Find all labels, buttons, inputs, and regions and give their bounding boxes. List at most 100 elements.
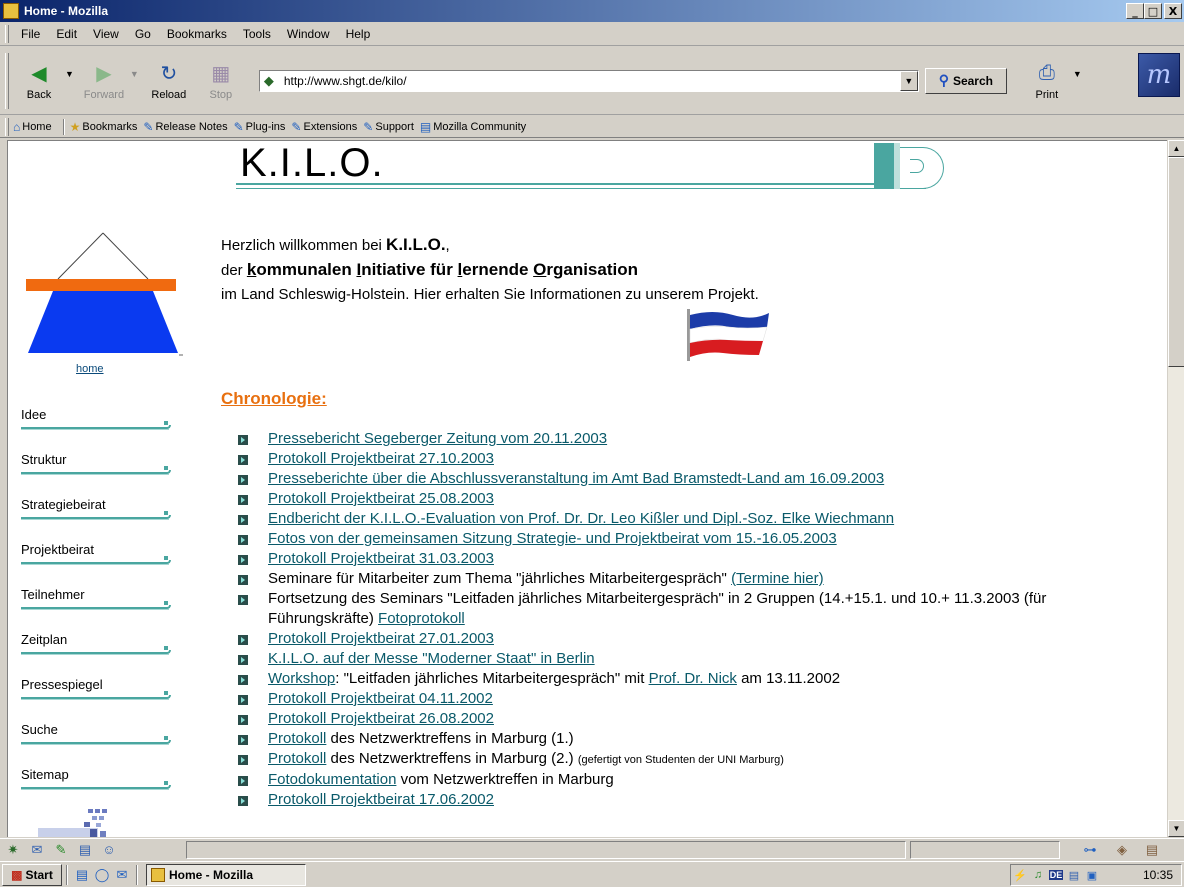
chrono-link[interactable]: Protokoll Projektbeirat 17.06.2002 [268, 791, 494, 808]
protokoll-link[interactable]: Protokoll [268, 730, 326, 747]
sidebar-item-teilnehmer[interactable]: Teilnehmer [18, 587, 178, 632]
url-input[interactable]: http://www.shgt.de/kilo/ [284, 74, 407, 88]
sidebar-item-struktur[interactable]: Struktur [18, 452, 178, 497]
fotodokumentation-link[interactable]: Fotodokumentation [268, 771, 396, 788]
nav-underline [21, 699, 169, 700]
toolbar-grip[interactable] [5, 117, 9, 136]
page-proxy-icon[interactable]: ◆ [264, 73, 280, 88]
cookie-icon[interactable]: ◈ [1110, 841, 1134, 859]
sidebar-item-strategiebeirat[interactable]: Strategiebeirat [18, 497, 178, 542]
mozilla-throbber-icon[interactable]: m [1138, 53, 1180, 97]
toolbar-grip[interactable] [5, 24, 9, 43]
chrono-link[interactable]: Endbericht der K.I.L.O.-Evaluation von P… [268, 510, 894, 527]
chrono-link[interactable]: Protokoll Projektbeirat 25.08.2003 [268, 490, 494, 507]
start-button[interactable]: ▩ Start [2, 863, 62, 886]
nav-underline [21, 609, 169, 610]
pyramid-logo[interactable] [18, 231, 188, 361]
volume-icon[interactable]: ♫ [1029, 867, 1047, 883]
bullet-icon [238, 535, 248, 545]
stop-button[interactable]: ▦ Stop [195, 60, 247, 102]
menu-edit[interactable]: Edit [56, 27, 77, 41]
internet-explorer-icon[interactable]: ◯ [92, 865, 112, 885]
prof-nick-link[interactable]: Prof. Dr. Nick [649, 670, 737, 687]
irc-chat-icon[interactable]: ☺ [98, 841, 120, 859]
search-button[interactable]: ⚲ Search [924, 67, 1007, 94]
personal-bookmarks-button[interactable]: ★ Bookmarks [70, 120, 138, 134]
bullet-icon [238, 755, 248, 765]
vertical-scrollbar[interactable]: ▲ ▼ [1167, 140, 1184, 837]
chrono-link[interactable]: Fotos von der gemeinsamen Sitzung Strate… [268, 530, 837, 547]
toolbar-grip[interactable] [5, 52, 9, 109]
chrono-link[interactable]: K.I.L.O. auf der Messe "Moderner Staat" … [268, 650, 595, 667]
sidebar-item-pressespiegel[interactable]: Pressespiegel [18, 677, 178, 722]
system-tray: ⚡ ♫ DE ▤ ▣ 10:35 [1010, 864, 1182, 886]
home-link[interactable]: home [76, 363, 104, 375]
fotoprotokoll-link[interactable]: Fotoprotokoll [378, 610, 465, 627]
chrono-link[interactable]: Presseberichte über die Abschlussveranst… [268, 470, 884, 487]
partner-logo[interactable] [38, 809, 114, 837]
print-button[interactable]: ⎙ Print [1021, 60, 1073, 102]
mozilla-app-icon[interactable] [3, 3, 19, 19]
language-indicator[interactable]: DE [1047, 867, 1065, 883]
show-desktop-icon[interactable]: ▤ [72, 865, 92, 885]
chrono-link[interactable]: Protokoll Projektbeirat 27.01.2003 [268, 630, 494, 647]
forward-dropdown-icon[interactable]: ▼ [130, 69, 139, 79]
address-book-icon[interactable]: ▤ [74, 841, 96, 859]
url-bar[interactable]: ◆ http://www.shgt.de/kilo/ ▼ [258, 69, 919, 92]
sidebar-item-idee[interactable]: Idee [18, 407, 178, 452]
sidebar-item-zeitplan[interactable]: Zeitplan [18, 632, 178, 677]
protokoll-link[interactable]: Protokoll [268, 750, 326, 767]
menu-bookmarks[interactable]: Bookmarks [167, 27, 227, 41]
reload-button[interactable]: ↻ Reload [143, 60, 195, 102]
bookmark-extensions[interactable]: ✎ Extensions [291, 120, 357, 134]
chrono-link[interactable]: Protokoll Projektbeirat 27.10.2003 [268, 450, 494, 467]
taskbar-item-mozilla[interactable]: Home - Mozilla [146, 863, 306, 886]
chrono-link[interactable]: Pressebericht Segeberger Zeitung vom 20.… [268, 430, 607, 447]
forward-button[interactable]: ▶ Forward [78, 60, 130, 102]
menu-window[interactable]: Window [287, 27, 330, 41]
status-bar: ✷ ✉ ✎ ▤ ☺ ⊶ ◈ ▤ [0, 838, 1184, 860]
scroll-down-icon[interactable]: ▼ [1168, 820, 1184, 837]
navigator-icon[interactable]: ✷ [2, 841, 24, 859]
chrono-link[interactable]: Protokoll Projektbeirat 31.03.2003 [268, 550, 494, 567]
back-button[interactable]: ◀ Back [13, 60, 65, 102]
bookmark-support[interactable]: ✎ Support [363, 120, 414, 134]
online-status-icon[interactable]: ⊶ [1078, 841, 1102, 859]
sidebar-item-projektbeirat[interactable]: Projektbeirat [18, 542, 178, 587]
menu-go[interactable]: Go [135, 27, 151, 41]
menu-view[interactable]: View [93, 27, 119, 41]
personal-home-button[interactable]: ⌂ Home [13, 120, 52, 134]
menu-tools[interactable]: Tools [243, 27, 271, 41]
bookmark-release-notes[interactable]: ✎ Release Notes [143, 120, 227, 134]
composer-icon[interactable]: ✎ [50, 841, 72, 859]
maximize-button[interactable]: □ [1144, 3, 1162, 19]
termine-link[interactable]: (Termine hier) [731, 570, 824, 587]
list-item: Protokoll des Netzwerktreffens in Marbur… [236, 749, 1156, 770]
minimize-button[interactable]: _ [1126, 3, 1144, 19]
monitor-icon[interactable]: ▤ [1065, 867, 1083, 883]
close-button[interactable]: X [1164, 3, 1182, 19]
chrono-link[interactable]: Protokoll Projektbeirat 26.08.2002 [268, 710, 494, 727]
chrono-link[interactable]: Protokoll Projektbeirat 04.11.2002 [268, 690, 493, 707]
bookmark-plug-ins[interactable]: ✎ Plug-ins [234, 120, 286, 134]
security-icon[interactable]: ▤ [1140, 841, 1164, 859]
print-dropdown-icon[interactable]: ▼ [1073, 69, 1082, 79]
mail-icon[interactable]: ✉ [26, 841, 48, 859]
norton-icon[interactable]: ▣ [1083, 867, 1101, 883]
back-label: Back [26, 89, 52, 101]
menu-help[interactable]: Help [346, 27, 371, 41]
back-dropdown-icon[interactable]: ▼ [65, 69, 74, 79]
bookmark-folder-mozilla-community[interactable]: ▤ Mozilla Community [420, 120, 526, 134]
list-item: Endbericht der K.I.L.O.-Evaluation von P… [236, 509, 1156, 529]
workshop-link[interactable]: Workshop [268, 670, 335, 687]
sidebar-item-suche[interactable]: Suche [18, 722, 178, 767]
outlook-express-icon[interactable]: ✉ [112, 865, 132, 885]
sidebar-item-sitemap[interactable]: Sitemap [18, 767, 178, 812]
scroll-thumb[interactable] [1168, 157, 1184, 367]
scroll-up-icon[interactable]: ▲ [1168, 140, 1184, 157]
network-icon[interactable]: ⚡ [1011, 867, 1029, 883]
menu-file[interactable]: File [21, 27, 40, 41]
url-dropdown-icon[interactable]: ▼ [899, 70, 918, 91]
list-item: Protokoll Projektbeirat 17.06.2002 [236, 790, 1156, 810]
windows-logo-icon: ▩ [11, 867, 23, 882]
